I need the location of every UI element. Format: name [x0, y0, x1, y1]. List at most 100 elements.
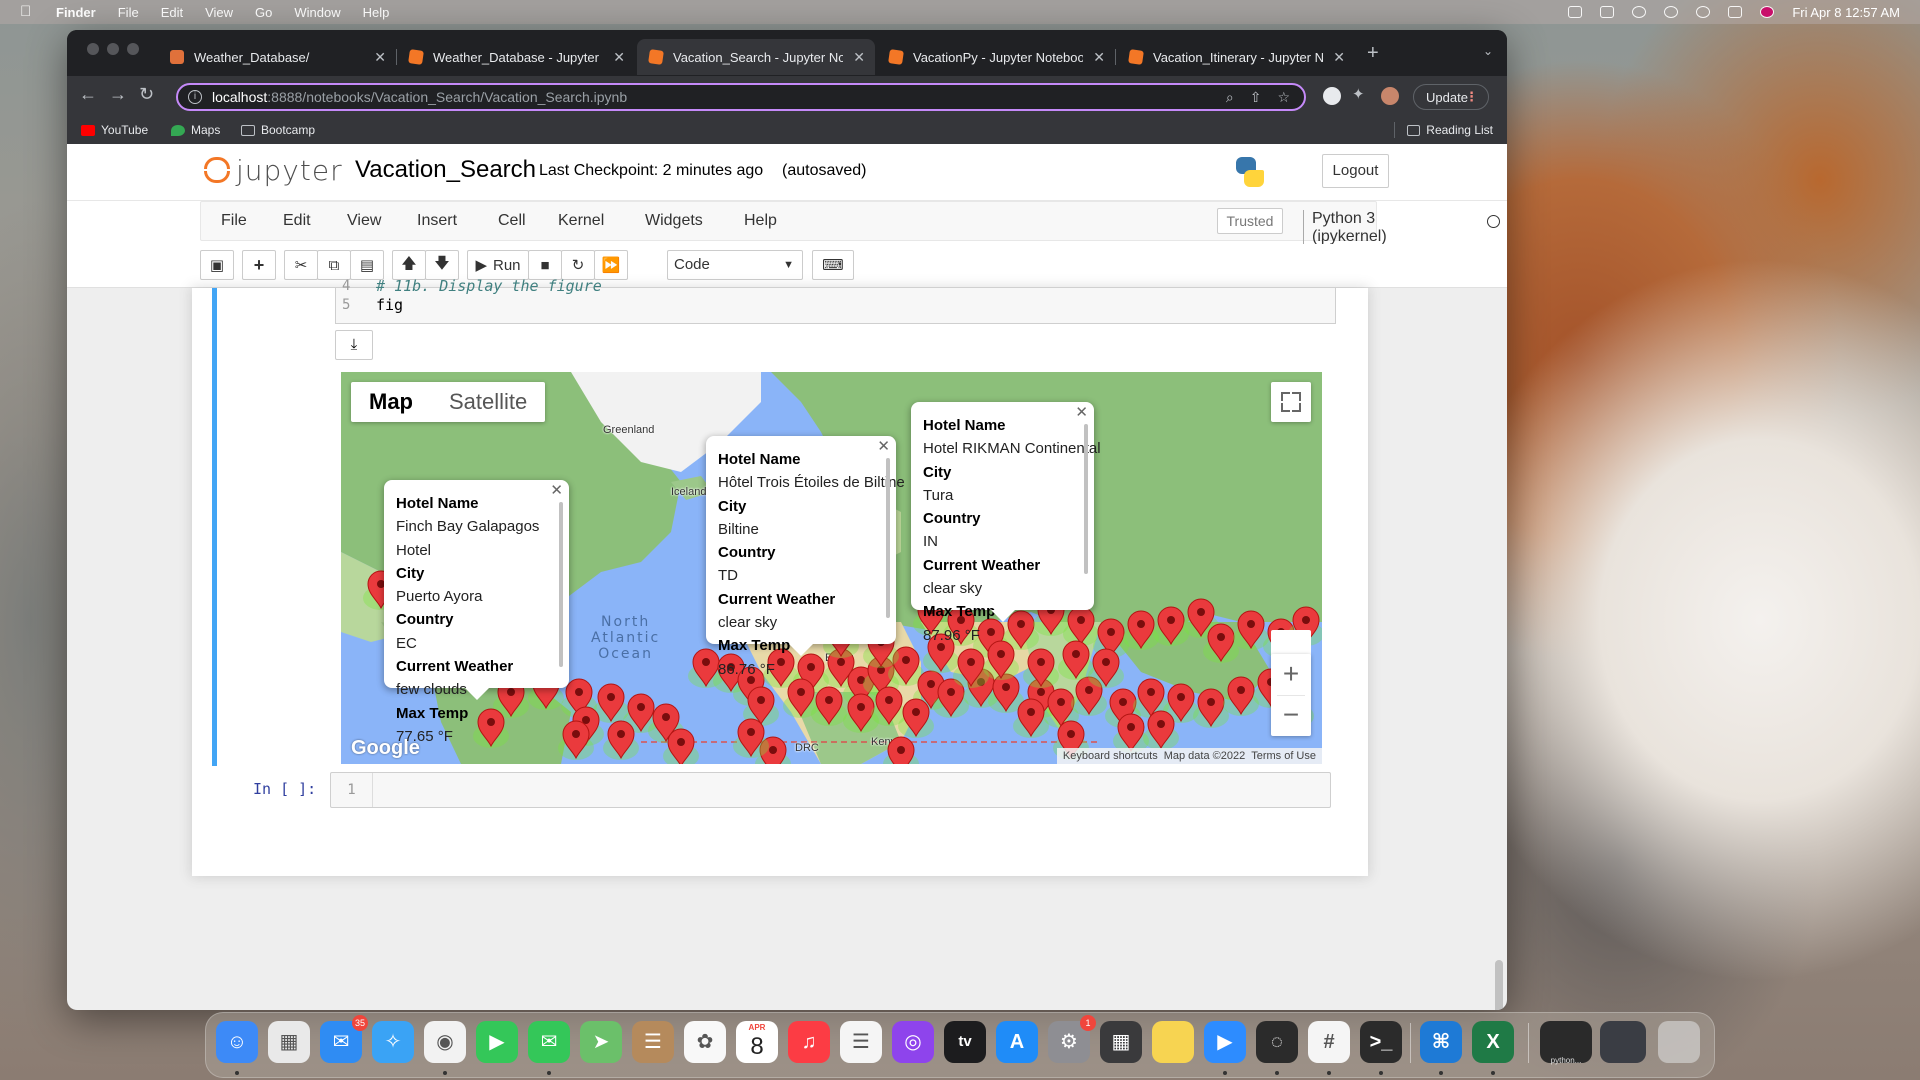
battery-icon[interactable]: [1600, 6, 1615, 18]
maps-icon[interactable]: ➤: [580, 1021, 622, 1063]
close-icon[interactable]: ✕: [1333, 49, 1345, 66]
menu-edit[interactable]: Edit: [283, 212, 311, 230]
save-button[interactable]: ▣: [200, 250, 234, 280]
app-store-icon[interactable]: A: [996, 1021, 1038, 1063]
code-input[interactable]: 4 # 11b. Display the figure 5 fig: [335, 277, 1336, 324]
facetime-icon[interactable]: ▶: [476, 1021, 518, 1063]
minimized-window-thumbnail[interactable]: [1600, 1021, 1646, 1063]
move-down-button[interactable]: 🡇: [425, 250, 459, 280]
avatar[interactable]: [1381, 87, 1399, 105]
reading-list-button[interactable]: Reading List: [1407, 123, 1493, 137]
jupyter-logo[interactable]: jupyter: [204, 153, 343, 187]
terminal-icon[interactable]: >_: [1360, 1021, 1402, 1063]
calendar-icon[interactable]: APR 8: [736, 1021, 778, 1063]
page-scrollbar[interactable]: [1495, 960, 1503, 1010]
run-button[interactable]: ▶ Run: [467, 250, 529, 280]
zoom-in-button[interactable]: +: [1271, 654, 1311, 694]
tab-vacationpy[interactable]: VacationPy - Jupyter Notebook ✕: [877, 39, 1116, 75]
cell-type-select[interactable]: Code ▼: [667, 250, 803, 280]
update-button[interactable]: Update ⋮: [1413, 84, 1489, 110]
close-icon[interactable]: ✕: [613, 49, 625, 66]
close-icon[interactable]: ✕: [1093, 49, 1105, 66]
siri-icon[interactable]: [1760, 6, 1775, 18]
apple-icon[interactable]: : [20, 4, 34, 20]
menubar-help[interactable]: Help: [363, 5, 390, 20]
reminders-icon[interactable]: ☰: [840, 1021, 882, 1063]
marker-pin-icon[interactable]: [811, 686, 847, 726]
menubar-file[interactable]: File: [118, 5, 139, 20]
close-icon[interactable]: ✕: [877, 438, 890, 456]
kernel-name[interactable]: Python 3 (ipykernel): [1303, 210, 1387, 246]
paste-button[interactable]: ▤: [350, 250, 384, 280]
trash-icon[interactable]: [1658, 1021, 1700, 1063]
menubar-edit[interactable]: Edit: [161, 5, 183, 20]
window-zoom-icon[interactable]: [127, 43, 139, 55]
google-map[interactable]: Greenland Iceland North Atlantic Ocean E…: [341, 372, 1322, 764]
marker-pin-icon[interactable]: [1023, 648, 1059, 688]
download-button[interactable]: ⤓: [335, 330, 373, 360]
menubar-app-name[interactable]: Finder: [56, 5, 96, 20]
menubar-go[interactable]: Go: [255, 5, 272, 20]
menu-widgets[interactable]: Widgets: [645, 212, 703, 230]
tab-weather-database[interactable]: Weather_Database/ ✕: [158, 39, 397, 75]
menubar-view[interactable]: View: [205, 5, 233, 20]
vscode-icon[interactable]: ⌘: [1420, 1021, 1462, 1063]
cut-button[interactable]: ✂: [284, 250, 318, 280]
copy-button[interactable]: ⧉: [317, 250, 351, 280]
bookmark-maps[interactable]: Maps: [171, 123, 220, 137]
zoom-out-button[interactable]: −: [1271, 695, 1311, 735]
empty-code-cell[interactable]: In [ ]: 1: [212, 770, 1354, 810]
logout-button[interactable]: Logout: [1322, 154, 1389, 188]
back-icon[interactable]: ←: [79, 84, 97, 105]
menu-file[interactable]: File: [221, 212, 247, 230]
forward-icon[interactable]: →: [109, 84, 127, 105]
map-type-satellite[interactable]: Satellite: [431, 382, 545, 422]
zoom-icon[interactable]: ⌕: [1226, 89, 1234, 106]
tab-vacation-itinerary[interactable]: Vacation_Itinerary - Jupyter N ✕: [1117, 39, 1355, 75]
tab-vacation-search[interactable]: Vacation_Search - Jupyter Not ✕: [637, 39, 875, 75]
share-icon[interactable]: ⇧: [1250, 89, 1262, 106]
extension-icon[interactable]: [1323, 87, 1341, 105]
bookmark-bootcamp[interactable]: Bootcamp: [241, 123, 315, 137]
menu-view[interactable]: View: [347, 212, 381, 230]
window-minimize-icon[interactable]: [107, 43, 119, 55]
bookmark-star-icon[interactable]: ☆: [1277, 89, 1290, 106]
site-info-icon[interactable]: i: [188, 90, 202, 104]
chevron-down-icon[interactable]: ⌄: [1483, 44, 1493, 58]
menubar-clock[interactable]: Fri Apr 8 12:57 AM: [1792, 5, 1900, 20]
tv-icon[interactable]: tv: [944, 1021, 986, 1063]
search-icon[interactable]: [1696, 6, 1711, 18]
restart-button[interactable]: ↻: [561, 250, 595, 280]
user-icon[interactable]: [1664, 6, 1679, 18]
photos-icon[interactable]: ✿: [684, 1021, 726, 1063]
mail-icon[interactable]: ✉ 35: [320, 1015, 368, 1063]
close-icon[interactable]: ✕: [374, 49, 386, 66]
marker-pin-icon[interactable]: [1193, 688, 1229, 728]
excel-icon[interactable]: X: [1472, 1021, 1514, 1063]
reload-icon[interactable]: ↻: [139, 84, 154, 105]
address-bar[interactable]: i localhost:8888/notebooks/Vacation_Sear…: [176, 83, 1306, 111]
close-icon[interactable]: ✕: [853, 49, 865, 66]
close-icon[interactable]: ✕: [1075, 404, 1088, 422]
minimized-window-thumbnail[interactable]: python...: [1540, 1021, 1592, 1065]
insert-cell-button[interactable]: +: [242, 250, 276, 280]
music-icon[interactable]: ♫: [788, 1021, 830, 1063]
notebook-title[interactable]: Vacation_Search: [355, 156, 536, 184]
info-window[interactable]: ✕ Hotel Name Finch Bay Galapagos Hotel C…: [384, 480, 569, 745]
zoom-icon[interactable]: ▶: [1204, 1021, 1246, 1063]
calculator-icon[interactable]: ▦: [1100, 1021, 1142, 1063]
menu-cell[interactable]: Cell: [498, 212, 526, 230]
window-close-icon[interactable]: [87, 43, 99, 55]
keyboard-shortcuts-link[interactable]: Keyboard shortcuts: [1063, 750, 1158, 762]
tab-weather-database-notebook[interactable]: Weather_Database - Jupyter N ✕: [397, 39, 635, 75]
menu-help[interactable]: Help: [744, 212, 777, 230]
info-window[interactable]: ✕ Hotel Name Hôtel Trois Étoiles de Bilt…: [706, 436, 905, 678]
display-icon[interactable]: [1568, 6, 1583, 18]
close-icon[interactable]: ✕: [550, 482, 563, 500]
marker-pin-icon[interactable]: [883, 736, 919, 764]
bookmark-youtube[interactable]: YouTube: [81, 123, 148, 137]
fullscreen-button[interactable]: [1271, 382, 1311, 422]
jupyter-icon[interactable]: ◌: [1256, 1021, 1298, 1063]
launchpad-icon[interactable]: ▦: [268, 1021, 310, 1063]
code-input[interactable]: 1: [330, 772, 1331, 808]
